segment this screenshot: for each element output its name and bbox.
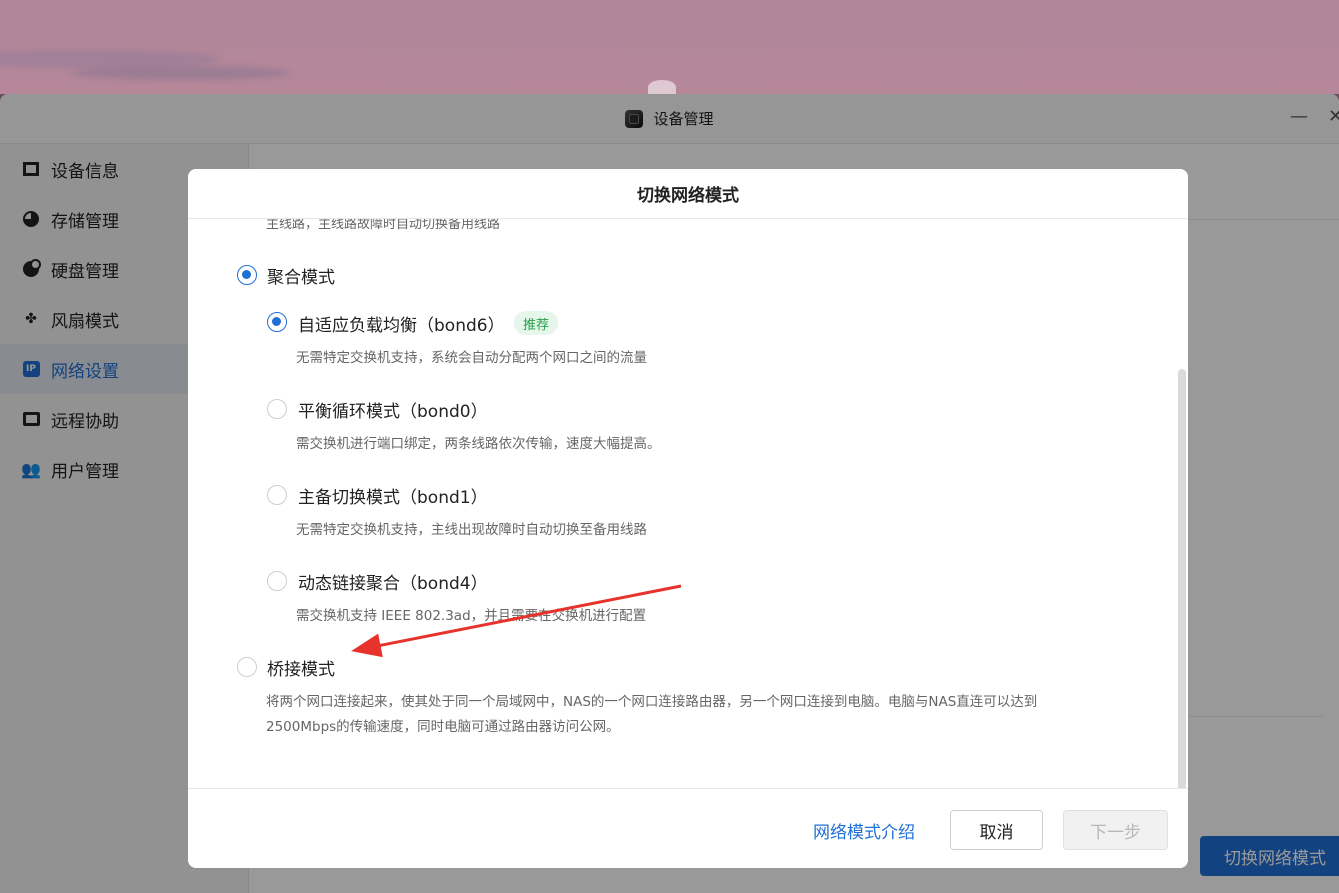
clipped-description: 主线路，主线路故障时自动切换备用线路 bbox=[266, 219, 501, 232]
bond1-description: 无需特定交换机支持，主线出现故障时自动切换至备用线路 bbox=[296, 522, 647, 538]
dialog-scrollbar[interactable] bbox=[1178, 369, 1186, 788]
bridge-mode-radio[interactable] bbox=[237, 657, 257, 677]
recommended-badge: 推荐 bbox=[514, 311, 559, 335]
bond0-description: 需交换机进行端口绑定，两条线路依次传输，速度大幅提高。 bbox=[296, 436, 661, 452]
bond6-radio[interactable] bbox=[267, 312, 287, 332]
dialog-body: 主线路，主线路故障时自动切换备用线路 聚合模式 自适应负载均衡（bond6） 推… bbox=[188, 219, 1188, 788]
dialog-footer: 网络模式介绍 取消 下一步 bbox=[188, 788, 1188, 868]
aggregate-mode-label[interactable]: 聚合模式 bbox=[267, 263, 335, 288]
bond0-radio[interactable] bbox=[267, 399, 287, 419]
bond6-description: 无需特定交换机支持，系统会自动分配两个网口之间的流量 bbox=[296, 350, 647, 366]
switch-network-mode-dialog: 切换网络模式 主线路，主线路故障时自动切换备用线路 聚合模式 自适应负载均衡（b… bbox=[188, 169, 1188, 868]
bond1-radio[interactable] bbox=[267, 485, 287, 505]
aggregate-mode-radio[interactable] bbox=[237, 265, 257, 285]
bond1-label[interactable]: 主备切换模式（bond1） bbox=[298, 483, 488, 508]
dialog-title: 切换网络模式 bbox=[188, 169, 1188, 219]
bond4-label[interactable]: 动态链接聚合（bond4） bbox=[298, 569, 488, 594]
bridge-mode-description: 2500Mbps的传输速度，同时电脑可通过路由器访问公网。 bbox=[266, 719, 620, 735]
bond6-label[interactable]: 自适应负载均衡（bond6） bbox=[298, 311, 505, 336]
bond4-description: 需交换机支持 IEEE 802.3ad，并且需要在交换机进行配置 bbox=[296, 608, 647, 624]
wallpaper-peak bbox=[648, 80, 676, 94]
bond0-label[interactable]: 平衡循环模式（bond0） bbox=[298, 397, 488, 422]
wallpaper-cloud bbox=[70, 66, 290, 80]
bridge-mode-description: 将两个网口连接起来，使其处于同一个局域网中，NAS的一个网口连接路由器，另一个网… bbox=[266, 694, 1038, 710]
bond4-radio[interactable] bbox=[267, 571, 287, 591]
bridge-mode-label[interactable]: 桥接模式 bbox=[267, 655, 335, 680]
network-mode-intro-link[interactable]: 网络模式介绍 bbox=[813, 818, 915, 843]
next-step-button[interactable]: 下一步 bbox=[1063, 810, 1168, 850]
cancel-button[interactable]: 取消 bbox=[950, 810, 1043, 850]
